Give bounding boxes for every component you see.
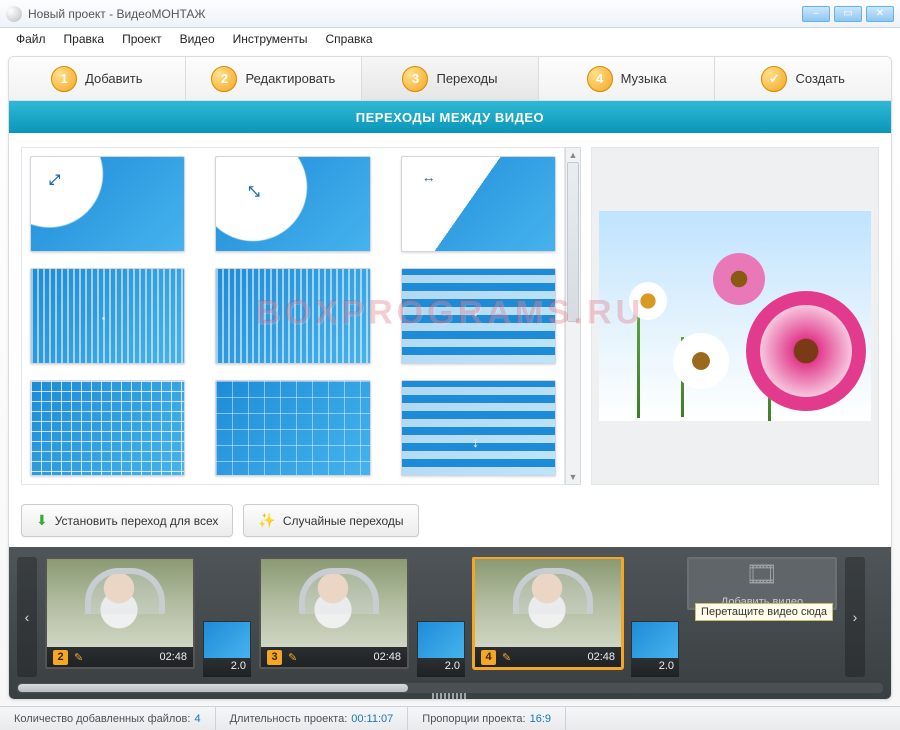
download-arrow-icon: ⬇ [36, 512, 48, 529]
menu-help[interactable]: Справка [317, 30, 380, 48]
preview-image [599, 211, 871, 421]
status-files-label: Количество добавленных файлов: [14, 713, 190, 725]
magic-wand-icon: ✨ [258, 512, 275, 529]
film-strip-icon: 🎞 [745, 559, 778, 590]
menu-file[interactable]: Файл [8, 30, 54, 48]
app-icon [6, 6, 22, 22]
status-duration-value: 00:11:07 [351, 713, 393, 725]
timeline-clip[interactable]: 2 ✎ 02:48 [45, 557, 195, 669]
transition-thumb[interactable]: ↓ [401, 268, 556, 364]
edit-icon[interactable]: ✎ [502, 651, 511, 664]
step-add[interactable]: 1 Добавить [9, 57, 186, 100]
apply-all-button[interactable]: ⬇ Установить переход для всех [21, 504, 233, 537]
status-ratio-value: 16:9 [530, 713, 551, 725]
timeline-transition[interactable]: 2.0 [203, 621, 251, 677]
menubar: Файл Правка Проект Видео Инструменты Спр… [0, 28, 900, 50]
step-badge-1: 1 [51, 66, 77, 92]
menu-tools[interactable]: Инструменты [225, 30, 316, 48]
button-label: Установить переход для всех [55, 514, 219, 528]
timeline-next-button[interactable]: › [845, 557, 865, 677]
step-label: Переходы [436, 71, 497, 86]
transition-thumb[interactable] [215, 380, 370, 476]
timeline-transition[interactable]: 2.0 [417, 621, 465, 677]
timeline-clip[interactable]: 3 ✎ 02:48 [259, 557, 409, 669]
clip-duration: 02:48 [587, 651, 615, 663]
random-transitions-button[interactable]: ✨ Случайные переходы [243, 504, 418, 537]
minimize-button[interactable]: – [802, 6, 830, 22]
transition-thumb[interactable]: · [30, 268, 185, 364]
close-button[interactable]: ✕ [866, 6, 894, 22]
clip-number: 3 [267, 650, 282, 665]
status-files-value: 4 [194, 713, 200, 725]
status-ratio-label: Пропорции проекта: [422, 713, 525, 725]
resize-grip-icon[interactable] [432, 693, 468, 699]
timeline-clip[interactable]: 4 ✎ 02:48 [473, 557, 623, 669]
menu-video[interactable]: Видео [172, 30, 223, 48]
clip-number: 4 [481, 650, 496, 665]
step-label: Редактировать [245, 71, 335, 86]
step-label: Музыка [621, 71, 667, 86]
clip-duration: 02:48 [159, 651, 187, 663]
step-edit[interactable]: 2 Редактировать [186, 57, 363, 100]
transition-duration: 2.0 [417, 659, 465, 677]
status-duration-label: Длительность проекта: [230, 713, 348, 725]
timeline: ‹ 2 ✎ 02:48 2.0 [9, 547, 891, 699]
scroll-thumb[interactable] [18, 684, 408, 692]
scroll-thumb[interactable] [567, 162, 579, 322]
transition-thumb[interactable] [215, 268, 370, 364]
titlebar: Новый проект - ВидеоМОНТАЖ – ▭ ✕ [0, 0, 900, 28]
menu-project[interactable]: Проект [114, 30, 170, 48]
transitions-scrollbar[interactable]: ▲ ▼ [565, 147, 581, 485]
step-badge-4: 4 [587, 66, 613, 92]
step-label: Создать [795, 71, 844, 86]
transition-thumb[interactable]: ↔ [401, 156, 556, 252]
edit-icon[interactable]: ✎ [74, 651, 83, 664]
preview-pane [591, 147, 879, 485]
timeline-transition[interactable]: 2.0 [631, 621, 679, 677]
timeline-prev-button[interactable]: ‹ [17, 557, 37, 677]
scroll-up-icon[interactable]: ▲ [566, 148, 580, 162]
transition-thumb[interactable]: ↓ [401, 380, 556, 476]
dropzone-tooltip: Перетащите видео сюда [695, 603, 833, 621]
maximize-button[interactable]: ▭ [834, 6, 862, 22]
step-badge-2: 2 [211, 66, 237, 92]
window-title: Новый проект - ВидеоМОНТАЖ [28, 7, 206, 21]
wizard-steps: 1 Добавить 2 Редактировать 3 Переходы 4 … [9, 57, 891, 101]
timeline-dropzone[interactable]: 🎞 Добавить видео Перетащите видео сюда [687, 557, 837, 610]
clip-duration: 02:48 [373, 651, 401, 663]
edit-icon[interactable]: ✎ [288, 651, 297, 664]
step-transitions[interactable]: 3 Переходы [362, 57, 539, 100]
scroll-down-icon[interactable]: ▼ [566, 470, 580, 484]
button-label: Случайные переходы [283, 514, 404, 528]
transition-thumb[interactable]: ⤢ [30, 156, 185, 252]
step-music[interactable]: 4 Музыка [539, 57, 716, 100]
step-label: Добавить [85, 71, 142, 86]
section-header: ПЕРЕХОДЫ МЕЖДУ ВИДЕО [9, 101, 891, 133]
step-badge-check [761, 66, 787, 92]
clip-number: 2 [53, 650, 68, 665]
timeline-scrollbar[interactable] [17, 683, 883, 693]
step-badge-3: 3 [402, 66, 428, 92]
transition-duration: 2.0 [203, 659, 251, 677]
step-create[interactable]: Создать [715, 57, 891, 100]
transition-thumb[interactable] [30, 380, 185, 476]
statusbar: Количество добавленных файлов: 4 Длитель… [0, 706, 900, 730]
transitions-grid: ⤢ ⤡ ↔ · ↓ ↓ [21, 147, 565, 485]
transition-duration: 2.0 [631, 659, 679, 677]
transition-thumb[interactable]: ⤡ [215, 156, 370, 252]
menu-edit[interactable]: Правка [56, 30, 113, 48]
